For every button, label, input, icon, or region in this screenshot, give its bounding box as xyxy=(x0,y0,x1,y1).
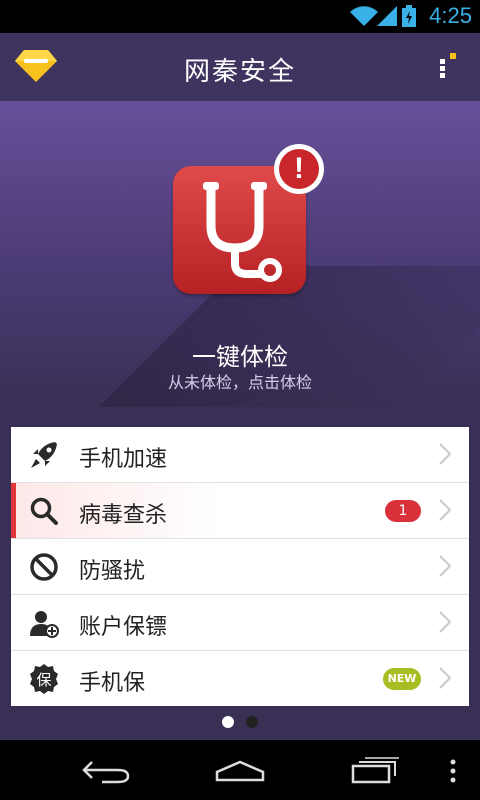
overflow-menu-icon[interactable] xyxy=(436,53,460,83)
chevron-right-icon xyxy=(439,611,451,633)
bao-icon: 保 xyxy=(30,664,58,694)
status-time: 4:25 xyxy=(429,3,472,28)
list-item-account-guard[interactable]: 账户保镖 xyxy=(11,595,469,651)
search-icon xyxy=(30,497,58,525)
feature-list: 手机加速 病毒查杀 1 防骚扰 账户保镖 保 手机保 NEW xyxy=(11,427,469,706)
more-icon[interactable] xyxy=(449,758,457,784)
count-badge: 1 xyxy=(385,500,421,522)
list-item-virus-scan[interactable]: 病毒查杀 1 xyxy=(11,483,469,539)
chevron-right-icon xyxy=(439,555,451,577)
chevron-right-icon xyxy=(439,443,451,465)
chevron-right-icon xyxy=(439,667,451,689)
alert-mark: ! xyxy=(279,149,319,189)
battery-charging-icon xyxy=(402,5,416,27)
page-dot[interactable] xyxy=(246,716,258,728)
status-bar: 4:25 xyxy=(0,0,480,33)
page-indicator xyxy=(0,716,480,728)
signal-icon xyxy=(377,6,397,26)
recent-apps-icon[interactable] xyxy=(351,756,399,784)
block-icon xyxy=(30,553,58,581)
chevron-right-icon xyxy=(439,499,451,521)
app-title: 网秦安全 xyxy=(183,57,296,87)
checkup-hero[interactable]: ! 一键体检 从未体检，点击体检 xyxy=(0,101,480,407)
new-badge: NEW xyxy=(383,668,421,690)
list-item-label: 手机保 xyxy=(79,671,146,696)
list-item-phone-insurance[interactable]: 保 手机保 NEW xyxy=(11,651,469,706)
page-dot-active[interactable] xyxy=(222,716,234,728)
hero-subtitle: 从未体检，点击体检 xyxy=(167,373,312,392)
list-item-anti-harass[interactable]: 防骚扰 xyxy=(11,539,469,595)
system-nav-bar xyxy=(0,740,480,800)
user-shield-icon xyxy=(30,611,59,638)
wifi-icon xyxy=(350,6,378,27)
home-icon[interactable] xyxy=(215,760,265,782)
alert-icon: ! xyxy=(274,144,324,194)
bao-icon-text: 保 xyxy=(36,671,51,689)
list-item-label: 病毒查杀 xyxy=(79,503,168,528)
list-item-label: 手机加速 xyxy=(79,447,168,472)
hero-title: 一键体检 xyxy=(192,343,288,371)
back-icon[interactable] xyxy=(82,758,130,784)
list-item-label: 防骚扰 xyxy=(79,559,146,584)
list-item-label: 账户保镖 xyxy=(79,615,168,640)
rocket-icon xyxy=(31,442,57,468)
app-header: 网秦安全 xyxy=(0,33,480,101)
list-item-speedup[interactable]: 手机加速 xyxy=(11,427,469,483)
